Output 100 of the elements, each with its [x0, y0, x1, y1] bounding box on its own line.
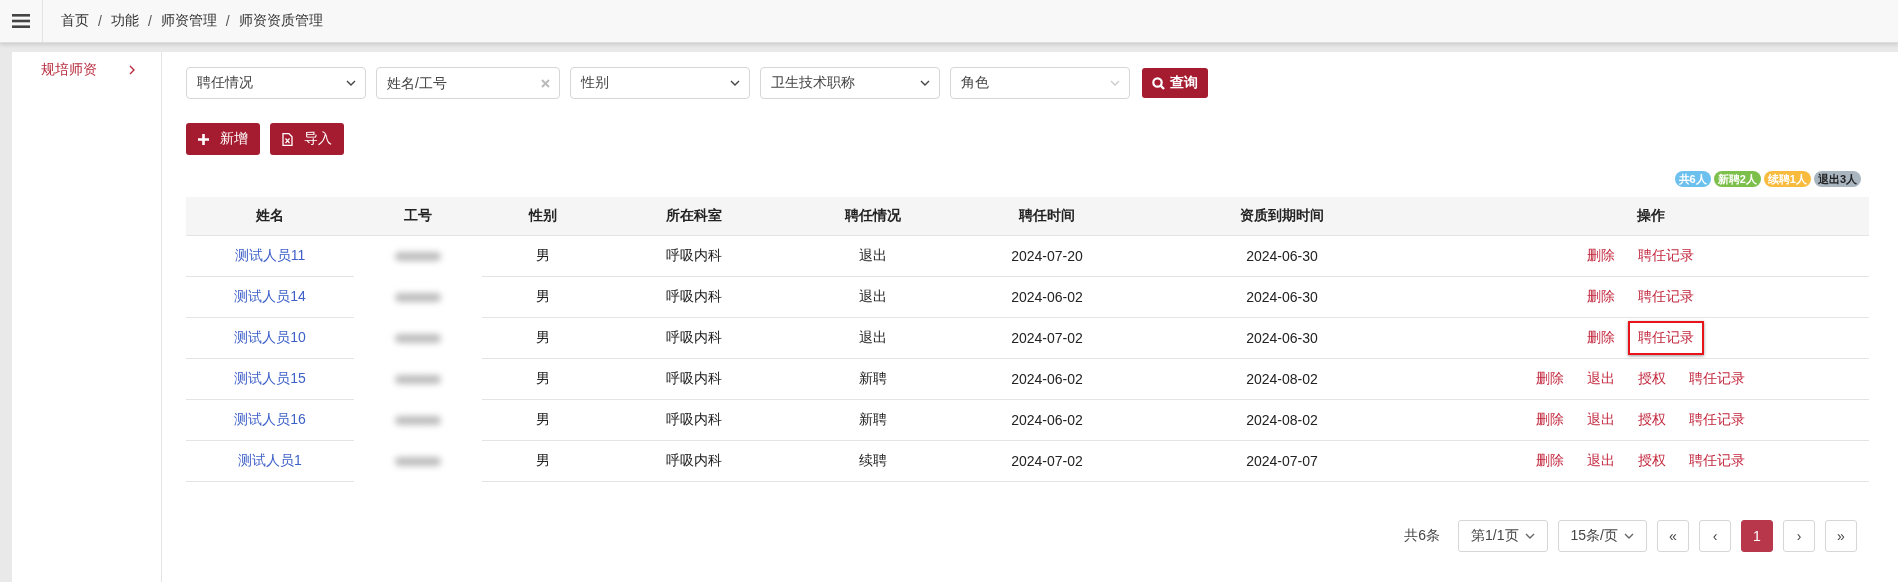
action-link[interactable]: 删除 [1577, 321, 1625, 355]
menu-icon[interactable] [12, 14, 30, 28]
plus-icon [198, 133, 209, 145]
page-button[interactable]: » [1825, 520, 1857, 552]
table-cell: 2024-08-02 [1246, 412, 1318, 428]
action-link[interactable]: 聘任记录 [1628, 239, 1704, 273]
table-cell: 新聘 [859, 370, 887, 388]
table-cell: 2024-06-30 [1246, 289, 1318, 305]
breadcrumb-separator: / [147, 13, 152, 29]
blurred-text [395, 292, 441, 302]
page-button[interactable]: ‹ [1699, 520, 1731, 552]
add-button[interactable]: 新增 [186, 123, 260, 155]
input-field[interactable]: 姓名/工号 [376, 67, 560, 99]
page-button[interactable]: « [1657, 520, 1689, 552]
table-cell: 2024-06-02 [1011, 289, 1083, 305]
table-cell: 新聘 [859, 411, 887, 429]
breadcrumb-separator: / [225, 13, 230, 29]
table-cell: 男 [536, 411, 550, 429]
name-link[interactable]: 测试人员15 [234, 370, 306, 388]
select-field[interactable]: 聘任情况 [186, 67, 366, 99]
table-cell: 呼吸内科 [666, 247, 722, 265]
action-link[interactable]: 删除 [1526, 444, 1574, 478]
breadcrumb-link[interactable]: 功能 [110, 12, 139, 30]
action-link[interactable]: 聘任记录 [1679, 444, 1755, 478]
table-cell: 2024-06-30 [1246, 330, 1318, 346]
blurred-text [395, 456, 441, 466]
column-header: 聘任情况 [784, 197, 962, 236]
column-header: 所在科室 [604, 197, 784, 236]
table-cell: 2024-06-02 [1011, 412, 1083, 428]
action-link[interactable]: 删除 [1526, 362, 1574, 396]
breadcrumb-link[interactable]: 首页 [61, 12, 89, 30]
action-link[interactable]: 退出 [1577, 403, 1625, 437]
breadcrumb-separator: / [98, 13, 102, 29]
chevron-down-icon [920, 80, 930, 86]
action-link[interactable]: 删除 [1577, 239, 1625, 273]
import-button[interactable]: 导入 [270, 123, 344, 155]
action-link[interactable]: 授权 [1628, 403, 1676, 437]
name-link[interactable]: 测试人员10 [234, 329, 306, 347]
action-link[interactable]: 授权 [1628, 444, 1676, 478]
name-link[interactable]: 测试人员16 [234, 411, 306, 429]
total-count: 共6条 [1404, 527, 1441, 545]
chevron-down-icon [1524, 533, 1535, 539]
search-button[interactable]: 查询 [1142, 68, 1208, 98]
page-button[interactable]: › [1783, 520, 1815, 552]
action-link[interactable]: 聘任记录 [1628, 321, 1704, 355]
chevron-down-icon [1624, 533, 1634, 539]
table-cell: 退出 [859, 247, 887, 265]
column-header: 姓名 [186, 197, 354, 236]
name-link[interactable]: 测试人员11 [234, 247, 306, 265]
page-select[interactable]: 第1/1页 [1458, 520, 1548, 552]
name-link[interactable]: 测试人员1 [238, 452, 302, 470]
chevron-down-icon [346, 80, 356, 86]
blurred-text [395, 333, 441, 343]
spreadsheet-file-icon [282, 132, 293, 146]
count-badge: 新聘2人 [1713, 171, 1761, 187]
breadcrumb-link[interactable]: 师资管理 [160, 12, 217, 30]
column-header: 工号 [354, 197, 482, 236]
action-link[interactable]: 聘任记录 [1628, 280, 1704, 314]
breadcrumb-link[interactable]: 师资资质管理 [238, 12, 323, 30]
table-cell: 退出 [859, 329, 887, 347]
column-header: 资质到期时间 [1132, 197, 1432, 236]
table-cell: 男 [536, 288, 550, 306]
table-cell: 呼吸内科 [666, 452, 722, 470]
blurred-text [395, 374, 441, 384]
chevron-down-icon [730, 80, 740, 86]
table-cell: 男 [536, 370, 550, 388]
action-link[interactable]: 聘任记录 [1679, 362, 1755, 396]
page-size-select[interactable]: 15条/页 [1557, 520, 1647, 552]
table-cell: 2024-07-20 [1011, 248, 1083, 264]
sidebar-item[interactable]: 规培师资 [12, 60, 161, 80]
action-link[interactable]: 删除 [1577, 280, 1625, 314]
count-badge: 共6人 [1674, 171, 1711, 187]
table-cell: 2024-07-02 [1011, 453, 1083, 469]
action-link[interactable]: 聘任记录 [1679, 403, 1755, 437]
blurred-text [395, 251, 441, 261]
table-cell: 2024-06-02 [1011, 371, 1083, 387]
count-badge: 退出3人 [1813, 171, 1861, 187]
action-link[interactable]: 退出 [1577, 362, 1625, 396]
action-link[interactable]: 授权 [1628, 362, 1676, 396]
count-badge: 续聘1人 [1763, 171, 1811, 187]
table-cell: 呼吸内科 [666, 329, 722, 347]
chevron-right-icon [129, 65, 135, 75]
table-cell: 男 [536, 452, 550, 470]
page-button[interactable]: 1 [1741, 520, 1773, 552]
action-link[interactable]: 退出 [1577, 444, 1625, 478]
table-cell: 男 [536, 247, 550, 265]
table-cell: 呼吸内科 [666, 288, 722, 306]
select-field[interactable]: 性别 [570, 67, 750, 99]
table-cell: 2024-07-02 [1011, 330, 1083, 346]
blurred-text [395, 415, 441, 425]
table-cell: 续聘 [859, 452, 887, 470]
table-cell: 2024-08-02 [1246, 371, 1318, 387]
name-link[interactable]: 测试人员14 [234, 288, 306, 306]
select-field[interactable]: 角色 [950, 67, 1130, 99]
column-header: 性别 [482, 197, 604, 236]
table-cell: 男 [536, 329, 550, 347]
action-link[interactable]: 删除 [1526, 403, 1574, 437]
column-header: 聘任时间 [962, 197, 1132, 236]
select-field[interactable]: 卫生技术职称 [760, 67, 940, 99]
table-cell: 2024-06-30 [1246, 248, 1318, 264]
